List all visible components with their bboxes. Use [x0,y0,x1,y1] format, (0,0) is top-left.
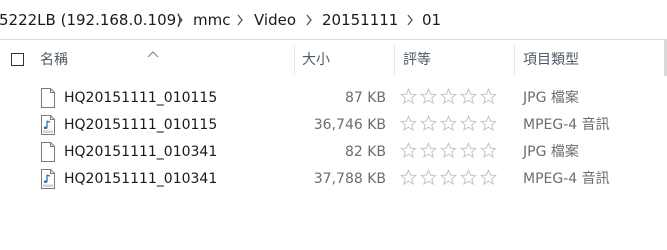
chevron-right-icon[interactable] [405,12,415,28]
chevron-right-icon[interactable] [175,12,185,28]
star-icon[interactable] [439,141,458,159]
file-name[interactable]: HQ20151111_010115 [64,89,217,107]
star-icon[interactable] [419,114,438,132]
star-icon[interactable] [479,141,498,159]
breadcrumb-item-host[interactable]: 5222LB (192.168.0.109) [0,10,182,30]
column-header-rating[interactable]: 評等 [395,45,514,75]
star-icon[interactable] [459,87,478,105]
star-icon[interactable] [439,87,458,105]
file-size: 36,746 KB [313,117,386,133]
file-type: MPEG-4 音訊 [523,117,610,133]
file-explorer: 5222LB (192.168.0.109) mmc Video 2015111… [0,0,667,250]
rating-stars[interactable] [399,168,500,189]
column-header-size-label: 大小 [302,52,330,68]
breadcrumb-item-video[interactable]: Video [254,10,296,30]
breadcrumb-item-mmc[interactable]: mmc [193,10,230,30]
file-size: 87 KB [344,90,386,106]
rating-stars[interactable] [399,87,500,108]
file-row[interactable]: HQ20151111_010115 87 KB JPG 檔案 [38,85,638,111]
star-icon[interactable] [479,114,498,132]
star-icon[interactable] [459,141,478,159]
breadcrumb-item-current[interactable]: 01 [422,10,441,30]
generic-file-icon [40,142,56,162]
file-size: 82 KB [344,144,386,160]
file-name[interactable]: HQ20151111_010115 [64,116,217,134]
rating-stars[interactable] [399,141,500,162]
breadcrumb-item-date[interactable]: 20151111 [322,10,398,30]
column-header-size[interactable]: 大小 [295,45,394,75]
star-icon[interactable] [399,114,418,132]
file-row[interactable]: HQ20151111_010341 82 KB JPG 檔案 [38,139,638,165]
generic-file-icon [40,88,56,108]
column-header-type[interactable]: 項目類型 [515,45,663,75]
star-icon[interactable] [439,114,458,132]
file-name[interactable]: HQ20151111_010341 [64,143,217,161]
file-type: JPG 檔案 [523,144,579,160]
file-row[interactable]: HQ20151111_010341 37,788 KB MPEG-4 音訊 [38,166,638,192]
file-type: JPG 檔案 [523,90,579,106]
audio-file-icon [40,169,56,189]
star-icon[interactable] [479,168,498,186]
star-icon[interactable] [439,168,458,186]
select-all-checkbox[interactable] [11,53,24,66]
star-icon[interactable] [419,168,438,186]
star-icon[interactable] [399,141,418,159]
file-row[interactable]: HQ20151111_010115 36,746 KB MPEG-4 音訊 [38,112,638,138]
column-header-name-label: 名稱 [40,52,68,68]
column-header-type-label: 項目類型 [523,52,579,68]
star-icon[interactable] [419,87,438,105]
chevron-right-icon[interactable] [235,12,245,28]
star-icon[interactable] [399,168,418,186]
star-icon[interactable] [399,87,418,105]
file-name[interactable]: HQ20151111_010341 [64,170,217,188]
star-icon[interactable] [419,141,438,159]
star-icon[interactable] [479,87,498,105]
breadcrumb: 5222LB (192.168.0.109) mmc Video 2015111… [0,0,667,40]
column-header-rating-label: 評等 [403,52,431,68]
star-icon[interactable] [459,168,478,186]
chevron-right-icon[interactable] [304,12,314,28]
audio-file-icon [40,115,56,135]
file-type: MPEG-4 音訊 [523,171,610,187]
file-size: 37,788 KB [313,171,386,187]
star-icon[interactable] [459,114,478,132]
rating-stars[interactable] [399,114,500,135]
column-header-name[interactable]: 名稱 [30,45,294,75]
